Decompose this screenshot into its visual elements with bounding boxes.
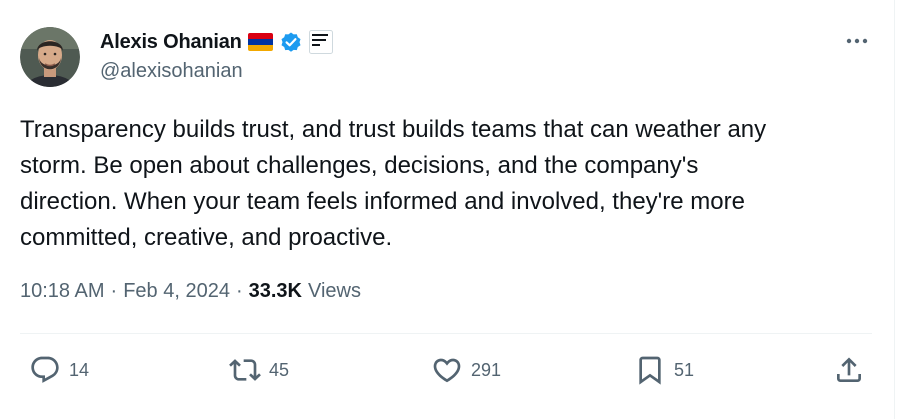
meta-separator: · [110,280,118,302]
repost-button[interactable]: 45 [229,349,289,391]
divider [20,333,872,334]
affiliate-badge-icon[interactable] [308,30,333,54]
verified-badge-icon[interactable] [279,30,303,54]
author-display-name[interactable]: Alexis Ohanian [100,31,242,54]
repost-icon [229,359,261,381]
share-button[interactable] [833,349,865,391]
tweet-time[interactable]: 10:18 AM [20,280,105,303]
share-icon [837,357,861,382]
avatar[interactable] [20,27,80,87]
reply-icon [31,356,59,383]
avatar-image [20,27,80,87]
reply-count: 14 [69,359,90,380]
more-dots-icon [846,38,868,44]
more-options-button[interactable] [840,30,874,52]
reply-button[interactable]: 14 [29,349,89,391]
tweet-text: Transparency builds trust, and trust bui… [20,116,767,251]
repost-count: 45 [269,359,290,380]
author-handle[interactable]: @alexisohanian [100,60,243,83]
like-count: 291 [471,359,502,380]
views-count[interactable]: 33.3K [249,280,302,303]
author-name-row: Alexis Ohanian [100,29,333,55]
timeline-border [894,0,895,419]
bookmark-count: 51 [674,359,695,380]
tweet-actions-bar: 14 45 291 51 [0,349,894,391]
bookmark-button[interactable]: 51 [634,349,694,391]
like-button[interactable]: 291 [431,349,501,391]
tweet-meta: 10:18 AM · Feb 4, 2024 · 33.3K Views [20,280,361,303]
tweet-date[interactable]: Feb 4, 2024 [123,280,230,303]
meta-separator: · [235,280,243,302]
views-label[interactable]: Views [308,280,361,303]
armenia-flag-icon [247,33,273,51]
heart-icon [433,358,461,383]
bookmark-icon [639,356,661,385]
